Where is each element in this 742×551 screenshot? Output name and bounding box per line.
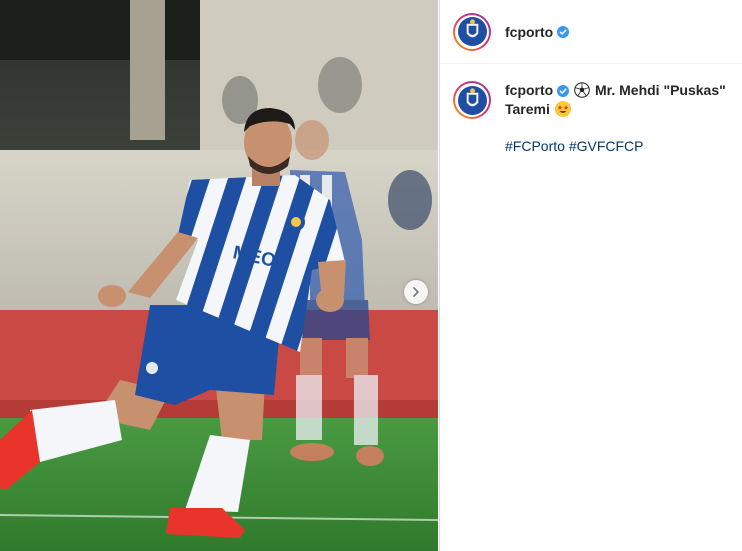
caption-text-line1: Mr. Mehdi "Puskas" (595, 82, 726, 98)
verified-badge-icon (557, 85, 570, 98)
verified-badge-icon (557, 25, 570, 38)
next-photo-button[interactable] (404, 280, 428, 304)
fcporto-crest-icon (457, 16, 487, 47)
hashtag-link[interactable]: #GVFCFCP (569, 138, 644, 154)
fcporto-crest-icon (457, 85, 487, 115)
hashtag-link[interactable]: #FCPorto (505, 138, 565, 154)
post-side-panel: fcporto fcporto Mr. Mehdi "Puskas" Tarem… (439, 0, 742, 551)
star-struck-face-icon (554, 101, 571, 117)
caption-body: fcporto Mr. Mehdi "Puskas" Taremi #FCPor… (505, 81, 730, 156)
username[interactable]: fcporto (505, 24, 553, 40)
caption-avatar[interactable] (453, 81, 491, 119)
soccer-ball-icon (574, 82, 590, 98)
player-photo-illustration: MEO (0, 0, 438, 551)
hashtags: #FCPorto #GVFCFCP (505, 137, 730, 156)
post-header: fcporto (440, 0, 742, 64)
post-photo[interactable]: MEO (0, 0, 438, 551)
caption-text-line2: Taremi (505, 101, 550, 117)
chevron-right-icon (413, 287, 419, 297)
caption-username[interactable]: fcporto (505, 82, 553, 98)
avatar[interactable] (453, 12, 491, 51)
caption-comment: fcporto Mr. Mehdi "Puskas" Taremi #FCPor… (440, 64, 742, 156)
